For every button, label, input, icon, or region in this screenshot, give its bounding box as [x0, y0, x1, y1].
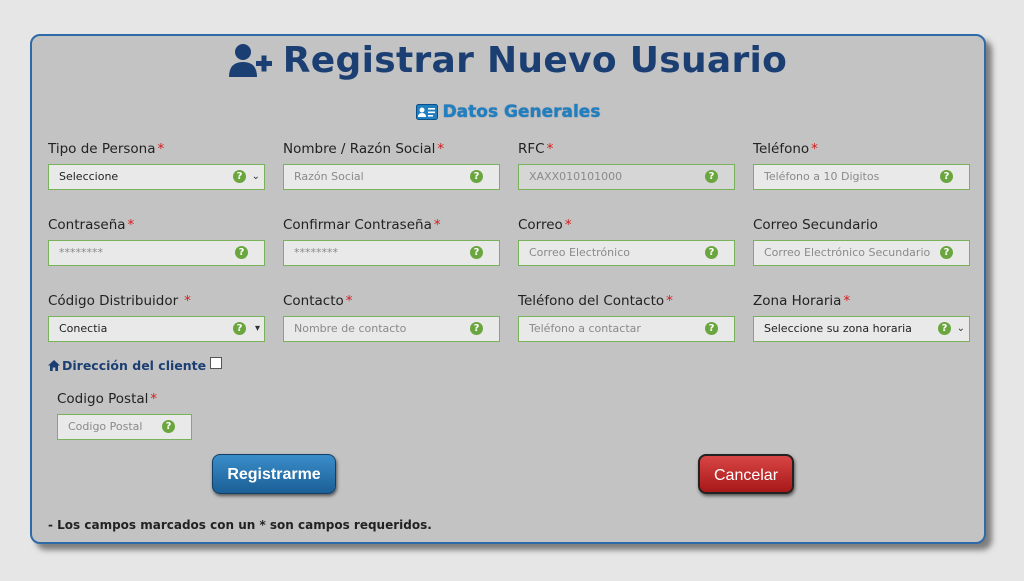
field-contacto: Contacto * Nombre de contacto ? — [283, 290, 500, 342]
direccion-checkbox[interactable] — [210, 356, 223, 369]
confirmar-contrasena-input[interactable]: ******** ? — [283, 240, 500, 266]
home-icon — [48, 360, 60, 371]
zona-horaria-value: Seleccione su zona horaria — [764, 322, 912, 335]
label-nombre: Nombre / Razón Social — [283, 141, 436, 157]
nombre-input[interactable]: Razón Social ? — [283, 164, 500, 190]
telefono-input[interactable]: Teléfono a 10 Digitos ? — [753, 164, 970, 190]
telefono-contacto-input[interactable]: Teléfono a contactar ? — [518, 316, 735, 342]
field-telefono-contacto: Teléfono del Contacto * Teléfono a contac… — [518, 290, 735, 342]
required-mark: * — [433, 217, 441, 233]
help-icon: ? — [470, 322, 483, 335]
label-correo-secundario: Correo Secundario — [753, 217, 878, 233]
label-zona-horaria: Zona Horaria — [753, 293, 842, 309]
field-nombre: Nombre / Razón Social * Razón Social ? — [283, 138, 500, 190]
nombre-placeholder: Razón Social — [294, 170, 364, 183]
help-icon: ? — [705, 322, 718, 335]
required-mark: * — [127, 217, 135, 233]
label-contrasena: Contraseña — [48, 217, 126, 233]
register-button[interactable]: Registrarme — [212, 454, 336, 494]
help-icon: ? — [938, 322, 951, 335]
help-icon: ? — [470, 246, 483, 259]
id-card-icon — [415, 104, 438, 120]
codigo-postal-input[interactable]: Codigo Postal ? — [57, 414, 192, 440]
label-contacto: Contacto — [283, 293, 344, 309]
contrasena-input[interactable]: ******** ? — [48, 240, 265, 266]
field-zona-horaria: Zona Horaria * Seleccione su zona horaria… — [753, 290, 970, 342]
help-icon: ? — [235, 246, 248, 259]
help-icon: ? — [705, 246, 718, 259]
rfc-placeholder: XAXX010101000 — [529, 170, 623, 183]
field-correo-secundario: Correo Secundario Correo Electrónico Sec… — [753, 214, 970, 266]
required-fields-note: - Los campos marcados con un * son campo… — [48, 518, 432, 532]
label-codigo-postal: Codigo Postal — [57, 391, 149, 407]
correo-input[interactable]: Correo Electrónico ? — [518, 240, 735, 266]
field-tipo-persona: Tipo de Persona * Seleccione ? ⌄ — [48, 138, 265, 190]
tipo-persona-value: Seleccione — [59, 170, 119, 183]
contacto-placeholder: Nombre de contacto — [294, 322, 407, 335]
field-telefono: Teléfono * Teléfono a 10 Digitos ? — [753, 138, 970, 190]
contrasena-placeholder: ******** — [59, 246, 103, 259]
help-icon: ? — [233, 170, 246, 183]
telefono-placeholder: Teléfono a 10 Digitos — [764, 170, 880, 183]
registration-panel: Registrar Nuevo Usuario Datos Generales … — [30, 34, 986, 544]
page-title-text: Registrar Nuevo Usuario — [282, 40, 788, 81]
confirmar-contrasena-placeholder: ******** — [294, 246, 338, 259]
caret-down-icon: ▾ — [254, 323, 260, 334]
label-correo: Correo — [518, 217, 563, 233]
cancel-button[interactable]: Cancelar — [698, 454, 794, 494]
help-icon: ? — [705, 170, 718, 183]
required-mark: * — [564, 217, 572, 233]
help-icon: ? — [233, 322, 246, 335]
codigo-distribuidor-select[interactable]: Conectia ? ▾ — [48, 316, 265, 342]
label-telefono: Teléfono — [753, 141, 810, 157]
required-mark: * — [546, 141, 554, 157]
label-rfc: RFC — [518, 141, 545, 157]
required-mark: * — [666, 293, 673, 309]
codigo-postal-placeholder: Codigo Postal — [68, 420, 143, 433]
help-icon: ? — [940, 246, 953, 259]
field-correo: Correo * Correo Electrónico ? — [518, 214, 735, 266]
section-title-text: Datos Generales — [442, 102, 601, 122]
field-confirmar-contrasena: Confirmar Contraseña * ******** ? — [283, 214, 500, 266]
field-codigo-postal: Codigo Postal * Codigo Postal ? — [57, 388, 192, 440]
label-tipo-persona: Tipo de Persona — [48, 141, 156, 157]
correo-secundario-input[interactable]: Correo Electrónico Secundario ? — [753, 240, 970, 266]
required-mark: * — [184, 293, 191, 309]
add-user-icon — [228, 43, 272, 77]
contacto-input[interactable]: Nombre de contacto ? — [283, 316, 500, 342]
required-mark: * — [811, 141, 818, 157]
section-title: Datos Generales — [32, 102, 984, 122]
required-mark: * — [843, 293, 851, 309]
chevron-down-icon: ⌄ — [956, 323, 965, 334]
field-codigo-distribuidor: Código Distribuidor * Conectia ? ▾ — [48, 290, 265, 342]
help-icon: ? — [162, 420, 175, 433]
required-mark: * — [437, 141, 445, 157]
required-mark: * — [157, 141, 165, 157]
help-icon: ? — [940, 170, 953, 183]
page-title: Registrar Nuevo Usuario — [32, 40, 984, 81]
codigo-distribuidor-value: Conectia — [59, 322, 108, 335]
label-telefono-contacto: Teléfono del Contacto — [518, 293, 665, 309]
correo-secundario-placeholder: Correo Electrónico Secundario — [764, 246, 931, 259]
zona-horaria-select[interactable]: Seleccione su zona horaria ? ⌄ — [753, 316, 970, 342]
direccion-label: Dirección del cliente — [62, 358, 207, 373]
required-mark: * — [150, 391, 158, 407]
required-mark: * — [345, 293, 353, 309]
rfc-input[interactable]: XAXX010101000 ? — [518, 164, 735, 190]
field-rfc: RFC * XAXX010101000 ? — [518, 138, 735, 190]
telefono-contacto-placeholder: Teléfono a contactar — [529, 322, 641, 335]
help-icon: ? — [470, 170, 483, 183]
label-confirmar-contrasena: Confirmar Contraseña — [283, 217, 432, 233]
correo-placeholder: Correo Electrónico — [529, 246, 630, 259]
field-contrasena: Contraseña * ******** ? — [48, 214, 265, 266]
tipo-persona-select[interactable]: Seleccione ? ⌄ — [48, 164, 265, 190]
direccion-toggle: Dirección del cliente — [48, 356, 223, 373]
chevron-down-icon: ⌄ — [251, 171, 260, 182]
label-codigo-distribuidor: Código Distribuidor — [48, 293, 179, 309]
